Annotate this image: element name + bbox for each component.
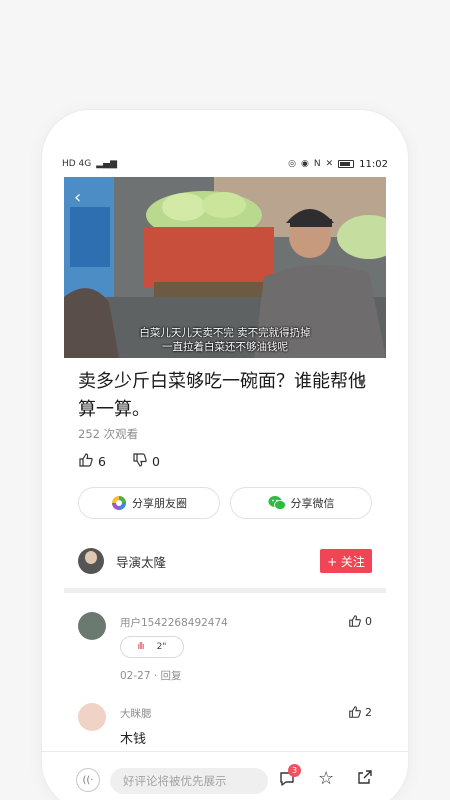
- share-icon[interactable]: [356, 768, 374, 790]
- phone-frame: HD 4G ▂▄▆ ◎ ◉ N ✕ 11:02 ‹ 白菜儿天儿天卖不完 卖不完就…: [42, 110, 408, 800]
- comment-like-button[interactable]: 2: [348, 705, 372, 719]
- comment-text: 木钱: [120, 732, 147, 747]
- voice-message[interactable]: ıllı 2": [120, 636, 184, 658]
- video-subtitle-line-2: 一直拉着白菜还不够油钱呢: [162, 341, 288, 353]
- status-bar: HD 4G ▂▄▆ ◎ ◉ N ✕ 11:02: [62, 156, 388, 172]
- headset-icon: ◎: [288, 159, 297, 169]
- section-divider: [64, 588, 386, 593]
- comment-like-button[interactable]: 0: [348, 614, 372, 628]
- moments-icon: [112, 496, 126, 510]
- video-player[interactable]: ‹ 白菜儿天儿天卖不完 卖不完就得扔掉 一直拉着白菜还不够油钱呢: [64, 177, 386, 358]
- share-wechat-label: 分享微信: [290, 497, 335, 510]
- comment-input[interactable]: [110, 768, 268, 794]
- article-title: 卖多少斤白菜够吃一碗面？谁能帮他算一算。: [78, 371, 366, 420]
- share-moments-button[interactable]: 分享朋友圈: [78, 487, 220, 519]
- author-row: 导演太隆 + 关注: [78, 548, 372, 574]
- star-icon[interactable]: ☆: [318, 768, 334, 789]
- reaction-bar: 6 0: [78, 452, 160, 471]
- commenter-avatar[interactable]: [78, 612, 106, 640]
- voice-duration: 2": [156, 642, 167, 652]
- commenter-name[interactable]: 用户1542268492474: [120, 615, 228, 630]
- view-count: 252 次观看: [78, 427, 139, 441]
- author-name[interactable]: 导演太隆: [116, 552, 320, 571]
- comment-count-badge: 3: [288, 764, 301, 777]
- nfc-icon: N: [313, 159, 321, 169]
- wechat-icon: [268, 496, 286, 510]
- commenter-avatar[interactable]: [78, 703, 106, 731]
- video-subtitle-line-1: 白菜儿天儿天卖不完 卖不完就得扔掉: [139, 327, 311, 339]
- thumbs-up-icon[interactable]: [78, 452, 94, 471]
- commenter-name[interactable]: 大眯腮: [120, 706, 152, 721]
- like-count: 6: [98, 454, 106, 469]
- wifi-icon: ▂▄▆: [96, 159, 118, 169]
- voice-input-icon[interactable]: ((·: [76, 768, 100, 792]
- dislike-count: 0: [151, 454, 160, 469]
- thumbs-up-icon: [349, 706, 361, 718]
- expand-caret-icon[interactable]: ▼: [358, 378, 366, 389]
- share-wechat-button[interactable]: 分享微信: [230, 487, 372, 519]
- share-row: 分享朋友圈 分享微信: [78, 487, 372, 519]
- voice-wave-icon: ıllı: [137, 642, 145, 652]
- battery-icon: [338, 160, 355, 168]
- follow-button[interactable]: + 关注: [320, 549, 372, 573]
- share-moments-label: 分享朋友圈: [132, 497, 187, 510]
- bottom-bar: ((· 3 ☆: [42, 751, 408, 800]
- title-area: 卖多少斤白菜够吃一碗面？谁能帮他算一算。: [78, 368, 374, 424]
- comment-like-count: 2: [365, 705, 372, 719]
- author-avatar[interactable]: [78, 548, 104, 574]
- back-chevron-icon[interactable]: ‹: [74, 187, 81, 208]
- eye-icon: ◉: [301, 159, 309, 169]
- mute-icon: ✕: [325, 159, 334, 169]
- comment-meta[interactable]: 02-27 · 回复: [120, 668, 182, 683]
- signal-icon: HD 4G: [62, 159, 92, 169]
- thumbs-up-icon: [349, 615, 361, 627]
- clock: 11:02: [359, 158, 388, 170]
- comment-like-count: 0: [365, 614, 372, 628]
- thumbs-down-icon[interactable]: [132, 452, 148, 471]
